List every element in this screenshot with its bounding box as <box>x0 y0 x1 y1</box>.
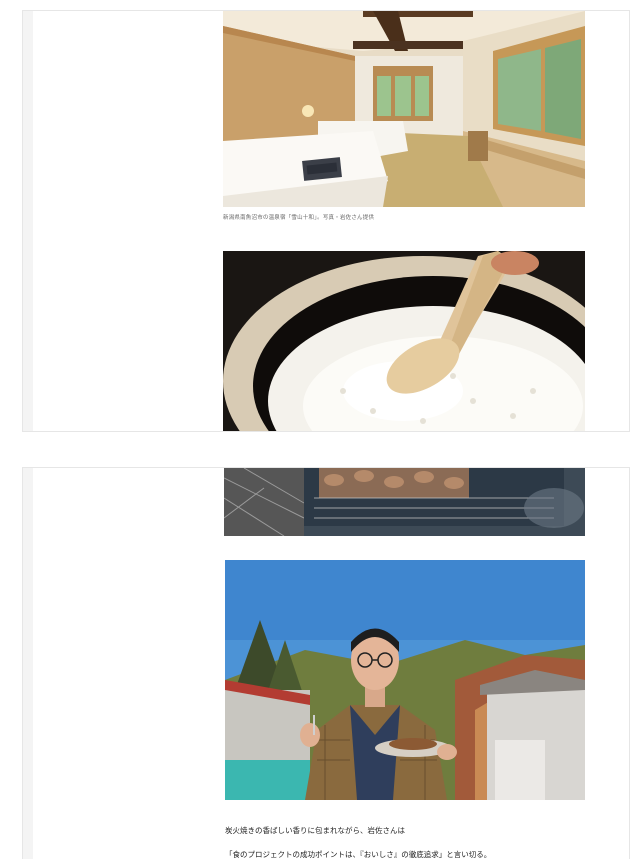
article-paragraph-line-2: 「食のプロジェクトの成功ポイントは、『おいしさ』の徹底追求」と言い切る。 <box>225 850 492 859</box>
article-paragraph-line-1: 炭火焼きの香ばしい香りに包まれながら、岩佐さんは <box>225 826 405 835</box>
man-with-plate-photo <box>225 560 585 800</box>
hotel-room-photo <box>223 11 585 207</box>
photo-caption: 新潟県南魚沼市の温泉宿「雪山十和」。写真・岩佐さん提供 <box>223 215 375 221</box>
rice-pot-illustration <box>223 251 585 431</box>
charcoal-grill-photo <box>224 468 585 536</box>
panel-gutter <box>23 468 33 859</box>
rice-pot-photo <box>223 251 585 431</box>
panel-gutter <box>23 11 33 431</box>
grill-illustration <box>224 468 585 536</box>
portrait-illustration <box>225 560 585 800</box>
article-panel-bottom: 炭火焼きの香ばしい香りに包まれながら、岩佐さんは 「食のプロジェクトの成功ポイン… <box>22 467 630 859</box>
article-panel-top: 新潟県南魚沼市の温泉宿「雪山十和」。写真・岩佐さん提供 <box>22 10 630 432</box>
hotel-room-illustration <box>223 11 585 207</box>
